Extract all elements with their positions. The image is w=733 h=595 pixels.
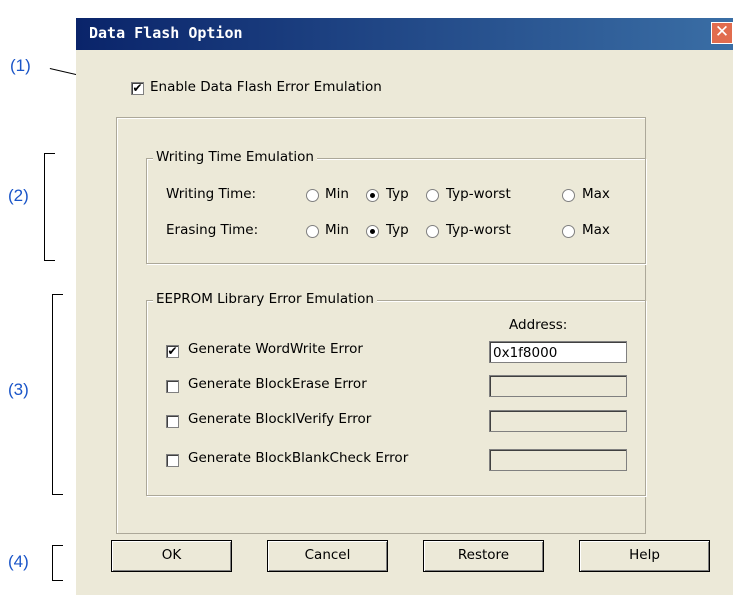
enable-emulation-checkbox[interactable]: ✔ xyxy=(131,82,144,95)
blockblankcheck-error-checkbox[interactable] xyxy=(166,454,179,467)
wordwrite-error-checkbox[interactable]: ✔ xyxy=(166,345,179,358)
address-header: Address: xyxy=(509,317,568,333)
blockiverify-error-label[interactable]: Generate BlockIVerify Error xyxy=(188,411,371,427)
writing-time-max-label[interactable]: Max xyxy=(582,186,610,202)
erasing-time-typ-radio[interactable] xyxy=(366,225,379,238)
annotation-4-bracket xyxy=(52,545,63,581)
cancel-button[interactable]: Cancel xyxy=(267,540,388,572)
annotation-2-bracket xyxy=(44,153,55,261)
ok-button[interactable]: OK xyxy=(111,540,232,572)
close-icon[interactable]: ✕ xyxy=(711,22,733,44)
title-bar: Data Flash Option ✕ xyxy=(76,18,733,50)
data-flash-option-dialog: Data Flash Option ✕ ✔ Enable Data Flash … xyxy=(76,18,733,595)
erasing-time-typworst-label[interactable]: Typ-worst xyxy=(446,222,511,238)
writing-time-max-radio[interactable] xyxy=(562,189,575,202)
blockerase-address-field[interactable] xyxy=(489,375,627,397)
writing-time-legend: Writing Time Emulation xyxy=(153,149,317,165)
erasing-time-min-radio[interactable] xyxy=(306,225,319,238)
dialog-title: Data Flash Option xyxy=(89,24,243,42)
blockerase-error-checkbox[interactable] xyxy=(166,380,179,393)
blockiverify-error-checkbox[interactable] xyxy=(166,415,179,428)
blockblankcheck-address-field[interactable] xyxy=(489,449,627,471)
erasing-time-typ-label[interactable]: Typ xyxy=(386,222,409,238)
writing-time-typ-label[interactable]: Typ xyxy=(386,186,409,202)
wordwrite-error-label[interactable]: Generate WordWrite Error xyxy=(188,341,363,357)
eeprom-error-legend: EEPROM Library Error Emulation xyxy=(153,291,377,307)
wordwrite-address-field[interactable]: 0x1f8000 xyxy=(489,341,627,363)
writing-time-min-radio[interactable] xyxy=(306,189,319,202)
blockerase-error-label[interactable]: Generate BlockErase Error xyxy=(188,376,367,392)
writing-time-typ-radio[interactable] xyxy=(366,189,379,202)
writing-time-group xyxy=(146,158,646,264)
writing-time-min-label[interactable]: Min xyxy=(325,186,349,202)
writing-time-label: Writing Time: xyxy=(166,186,257,202)
writing-time-typworst-label[interactable]: Typ-worst xyxy=(446,186,511,202)
annotation-1: (1) xyxy=(10,56,31,75)
annotation-2: (2) xyxy=(8,186,29,205)
writing-time-typworst-radio[interactable] xyxy=(426,189,439,202)
restore-button[interactable]: Restore xyxy=(423,540,544,572)
erasing-time-label: Erasing Time: xyxy=(166,222,259,238)
blockblankcheck-error-label[interactable]: Generate BlockBlankCheck Error xyxy=(188,450,408,466)
annotation-3: (3) xyxy=(8,380,29,399)
annotation-3-bracket xyxy=(52,294,63,495)
help-button[interactable]: Help xyxy=(579,540,710,572)
erasing-time-min-label[interactable]: Min xyxy=(325,222,349,238)
enable-emulation-label[interactable]: Enable Data Flash Error Emulation xyxy=(150,79,382,95)
erasing-time-typworst-radio[interactable] xyxy=(426,225,439,238)
annotation-4: (4) xyxy=(8,552,29,571)
erasing-time-max-label[interactable]: Max xyxy=(582,222,610,238)
blockiverify-address-field[interactable] xyxy=(489,410,627,432)
erasing-time-max-radio[interactable] xyxy=(562,225,575,238)
